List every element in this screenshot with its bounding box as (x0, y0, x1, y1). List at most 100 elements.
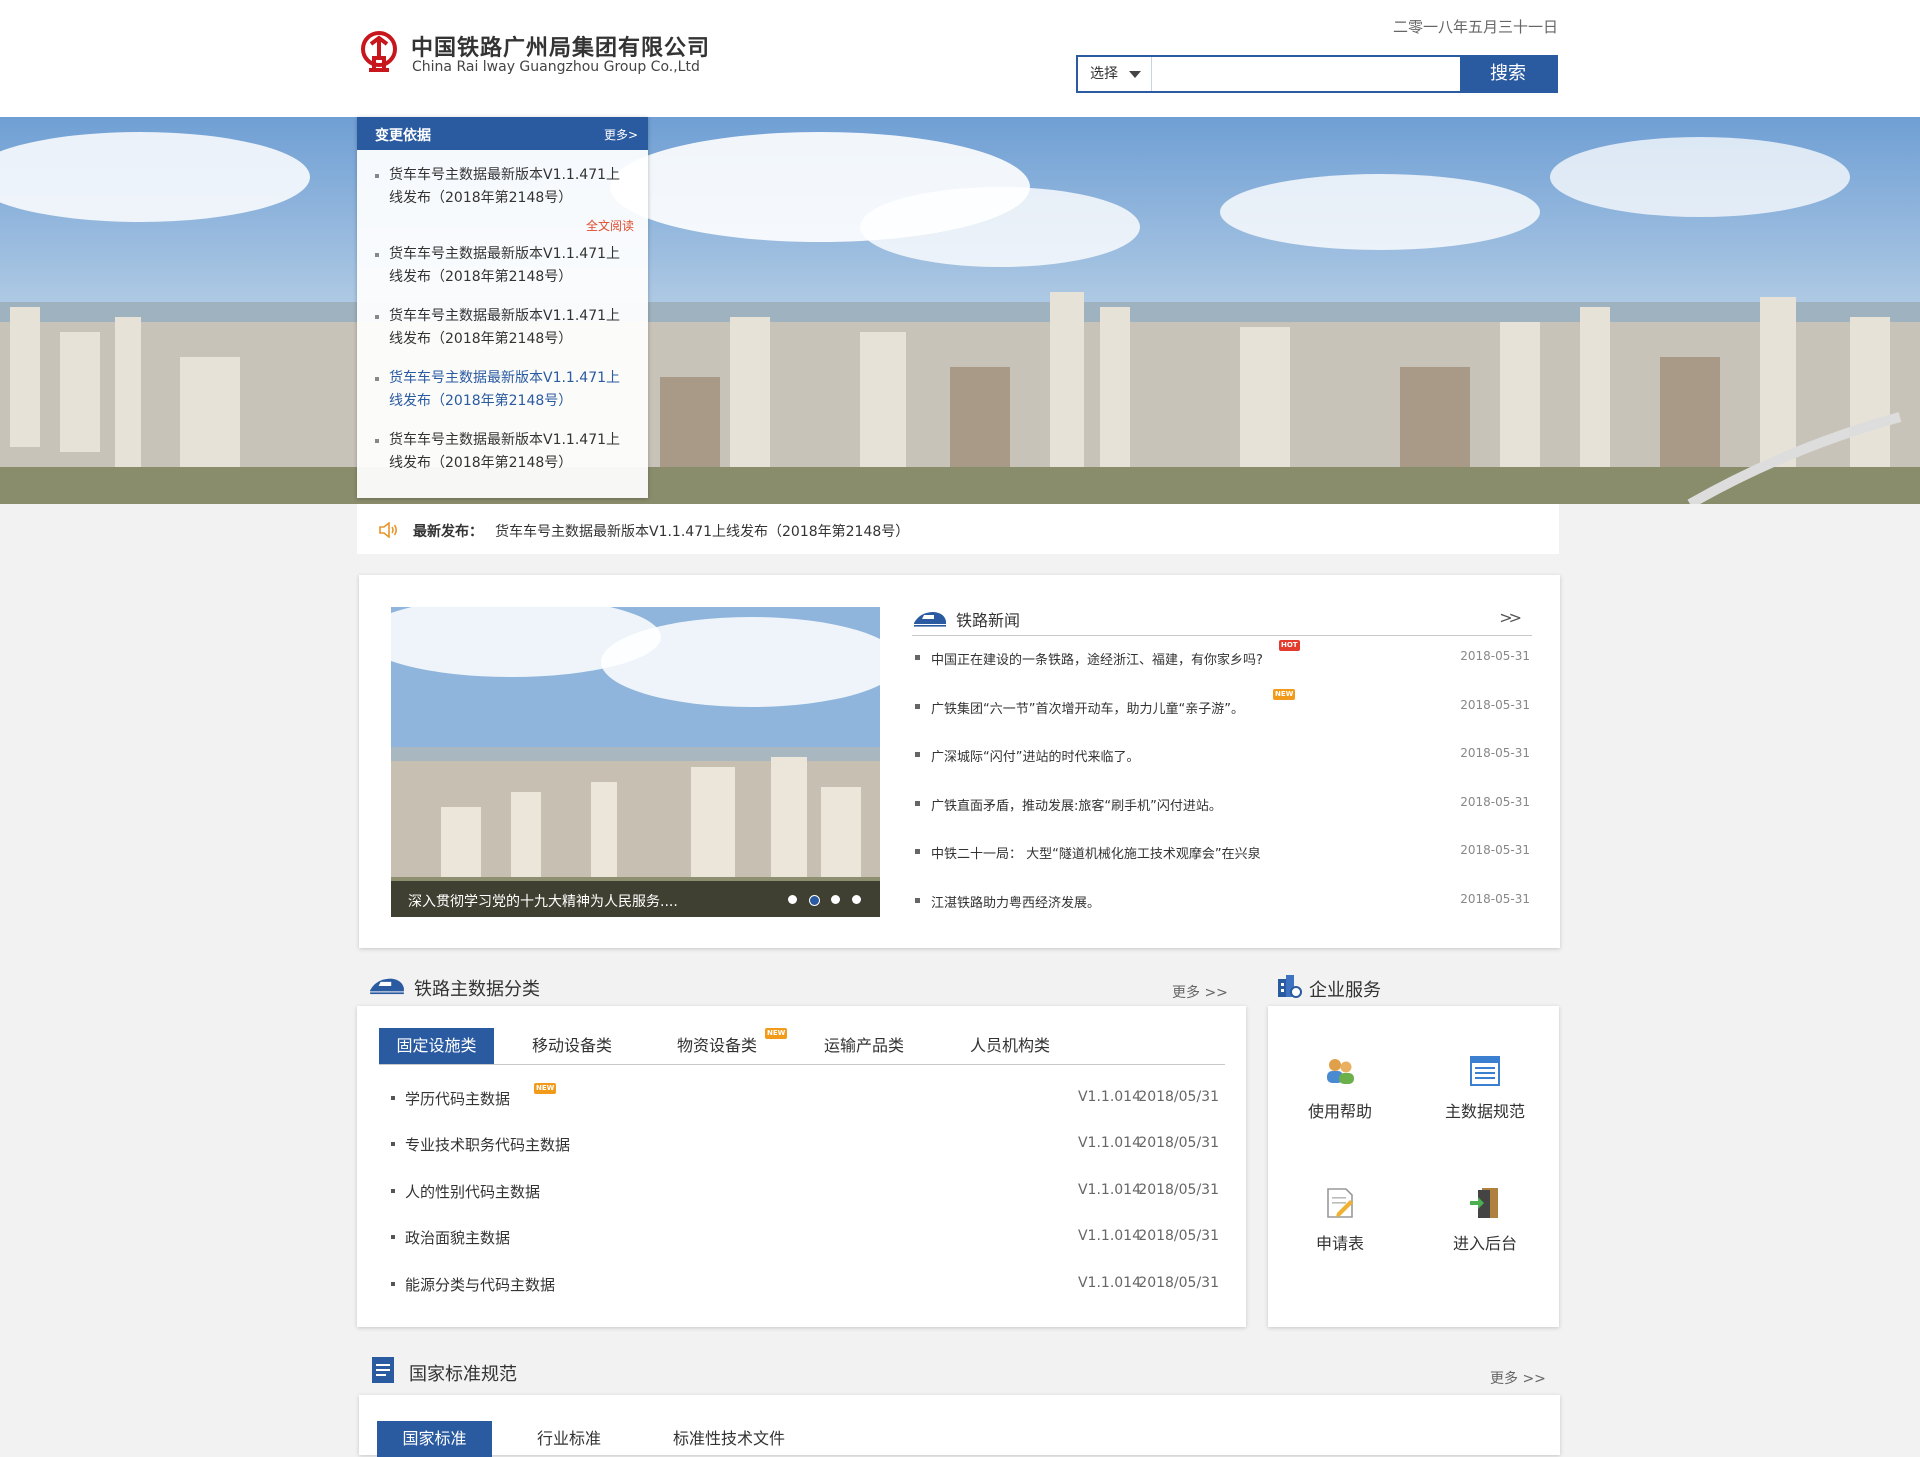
notice-item-line: 线发布（2018年第2148号） (389, 269, 573, 285)
bullet-icon (375, 315, 379, 319)
notice-item[interactable]: 货车车号主数据最新版本V1.1.471上 线发布（2018年第2148号） (375, 243, 637, 289)
data-row-date: 2018/05/31 (1138, 1275, 1219, 1291)
tab-mobile-equipment[interactable]: 移动设备类 (517, 1028, 627, 1064)
notice-item[interactable]: 货车车号主数据最新版本V1.1.471上 线发布（2018年第2148号） (375, 429, 637, 475)
bullet-icon (375, 174, 379, 178)
search-bar: 选择 搜索 (1076, 55, 1558, 93)
data-row-date: 2018/05/31 (1138, 1182, 1219, 1198)
train-icon (914, 612, 946, 627)
service-label: 使用帮助 (1307, 1102, 1372, 1121)
latest-release-ticker: 最新发布： 货车车号主数据最新版本V1.1.471上线发布（2018年第2148… (357, 504, 1559, 554)
speaker-icon (379, 522, 398, 538)
new-badge: NEW (765, 1028, 788, 1039)
master-data-more-link[interactable]: 更多 >> (1172, 982, 1228, 1002)
news-item-title: 中铁二十一局： 大型“隧道机械化施工技术观摩会”在兴泉 (931, 847, 1261, 862)
bullet-icon (915, 849, 920, 854)
data-row-version: V1.1.014 (1077, 1228, 1141, 1244)
railway-logo-icon[interactable] (357, 30, 401, 74)
standards-card: 国家标准 行业标准 标准性技术文件 (359, 1395, 1560, 1457)
news-carousel[interactable]: 深入贯彻学习党的十九大精神为人民服务.... (391, 607, 880, 917)
data-row[interactable]: 学历代码主数据 NEW V1.1.014 2018/05/31 (391, 1083, 1219, 1110)
news-item[interactable]: 中国正在建设的一条铁路，途经浙江、福建，有你家乡吗? HOT 2018-05-3… (915, 640, 1532, 670)
tab-transport-products[interactable]: 运输产品类 (809, 1028, 919, 1064)
notice-item[interactable]: 货车车号主数据最新版本V1.1.471上 线发布（2018年第2148号） (375, 164, 637, 210)
data-row[interactable]: 能源分类与代码主数据 V1.1.014 2018/05/31 (391, 1272, 1219, 1296)
news-item[interactable]: 江湛铁路助力粤西经济发展。 2018-05-31 (915, 889, 1532, 913)
tab-personnel-organization[interactable]: 人员机构类 (955, 1028, 1065, 1064)
news-item[interactable]: 广铁集团“六一节”首次增开动车，助力儿童“亲子游”。 NEW 2018-05-3… (915, 689, 1532, 719)
news-item[interactable]: 广铁直面矛盾，推动发展:旅客“刷手机”闪付进站。 2018-05-31 (915, 792, 1532, 816)
news-item-title: 广铁直面矛盾，推动发展:旅客“刷手机”闪付进站。 (931, 799, 1222, 814)
notice-item-line: 货车车号主数据最新版本V1.1.471上 (389, 370, 621, 386)
bullet-icon (375, 439, 379, 443)
search-button[interactable]: 搜索 (1460, 57, 1556, 91)
notice-item-line: 货车车号主数据最新版本V1.1.471上 (389, 432, 621, 448)
bullet-icon (391, 1235, 395, 1239)
data-row-date: 2018/05/31 (1138, 1228, 1219, 1244)
tab-material-equipment[interactable]: 物资设备类 (662, 1028, 772, 1064)
search-type-select[interactable]: 选择 (1078, 57, 1152, 91)
change-basis-more-link[interactable]: 更多> (604, 126, 638, 143)
tab-national-standard[interactable]: 国家标准 (377, 1421, 492, 1457)
city-skyline-image (0, 117, 1920, 504)
notice-item-line: 线发布（2018年第2148号） (389, 190, 573, 206)
carousel-dot[interactable] (831, 895, 840, 904)
carousel-dot-active[interactable] (809, 895, 820, 906)
bullet-icon (391, 1282, 395, 1286)
ticker-label: 最新发布： (413, 524, 483, 540)
news-header: 铁路新闻 >> (912, 605, 1532, 636)
ticker-link[interactable]: 货车车号主数据最新版本V1.1.471上线发布（2018年第2148号） (495, 521, 909, 541)
bullet-icon (915, 752, 920, 757)
bullet-icon (915, 655, 920, 660)
service-help[interactable]: 使用帮助 (1280, 1054, 1400, 1122)
change-basis-title: 变更依据 (375, 128, 431, 144)
tab-technical-documents[interactable]: 标准性技术文件 (659, 1421, 799, 1457)
hot-badge: HOT (1279, 640, 1300, 651)
news-more-link[interactable]: >> (1499, 608, 1522, 627)
form-edit-icon (1327, 1188, 1353, 1218)
master-data-title: 铁路主数据分类 (414, 979, 540, 1000)
notice-item[interactable]: 货车车号主数据最新版本V1.1.471上 线发布（2018年第2148号） (375, 305, 637, 351)
read-full-link[interactable]: 全文阅读 (586, 217, 634, 234)
master-data-card: 固定设施类 移动设备类 物资设备类 NEW 运输产品类 人员机构类 学历代码主数… (357, 1006, 1246, 1327)
bullet-icon (915, 898, 920, 903)
data-row-version: V1.1.014 (1077, 1275, 1141, 1291)
news-item[interactable]: 中铁二十一局： 大型“隧道机械化施工技术观摩会”在兴泉 2018-05-31 (915, 840, 1532, 864)
news-item-date: 2018-05-31 (1460, 649, 1530, 663)
news-item[interactable]: 广深城际“闪付”进站的时代来临了。 2018-05-31 (915, 743, 1532, 767)
news-item-title: 江湛铁路助力粤西经济发展。 (931, 896, 1101, 911)
data-row[interactable]: 政治面貌主数据 V1.1.014 2018/05/31 (391, 1225, 1219, 1249)
data-row-name: 政治面貌主数据 (405, 1229, 511, 1247)
bullet-icon (915, 704, 920, 709)
bullet-icon (375, 377, 379, 381)
change-basis-panel: 变更依据 更多> 货车车号主数据最新版本V1.1.471上 线发布（2018年第… (357, 117, 648, 498)
bullet-icon (915, 801, 920, 806)
data-row-name: 人的性别代码主数据 (405, 1183, 541, 1201)
notice-item-active[interactable]: 货车车号主数据最新版本V1.1.471上 线发布（2018年第2148号） (375, 367, 637, 413)
header-date: 二零一八年五月三十一日 (1392, 18, 1558, 36)
railway-news-card: 深入贯彻学习党的十九大精神为人民服务.... 铁路新闻 >> 中国正在建设的一条… (359, 575, 1560, 948)
news-item-title: 中国正在建设的一条铁路，途经浙江、福建，有你家乡吗? (931, 653, 1263, 668)
data-row[interactable]: 专业技术职务代码主数据 V1.1.014 2018/05/31 (391, 1132, 1219, 1156)
bullet-icon (391, 1142, 395, 1146)
standards-more-link[interactable]: 更多 >> (1490, 1368, 1546, 1388)
carousel-caption: 深入贯彻学习党的十九大精神为人民服务.... (408, 894, 678, 910)
carousel-dot[interactable] (788, 895, 797, 904)
service-admin-entry[interactable]: 进入后台 (1425, 1186, 1545, 1254)
service-application-form[interactable]: 申请表 (1280, 1186, 1400, 1254)
tab-industry-standard[interactable]: 行业标准 (514, 1421, 624, 1457)
tab-fixed-facilities[interactable]: 固定设施类 (379, 1028, 494, 1064)
service-spec[interactable]: 主数据规范 (1425, 1054, 1545, 1122)
new-badge: NEW (534, 1083, 557, 1094)
data-row[interactable]: 人的性别代码主数据 V1.1.014 2018/05/31 (391, 1179, 1219, 1203)
notice-item-line: 货车车号主数据最新版本V1.1.471上 (389, 167, 621, 183)
notice-item-line: 线发布（2018年第2148号） (389, 393, 573, 409)
news-item-date: 2018-05-31 (1460, 843, 1530, 857)
document-list-icon (1470, 1056, 1500, 1086)
news-photo-image (391, 607, 880, 917)
services-title: 企业服务 (1309, 980, 1381, 1001)
train-icon (370, 978, 404, 995)
carousel-dot[interactable] (852, 895, 861, 904)
search-input[interactable] (1156, 59, 1460, 91)
data-row-version: V1.1.014 (1077, 1135, 1141, 1151)
